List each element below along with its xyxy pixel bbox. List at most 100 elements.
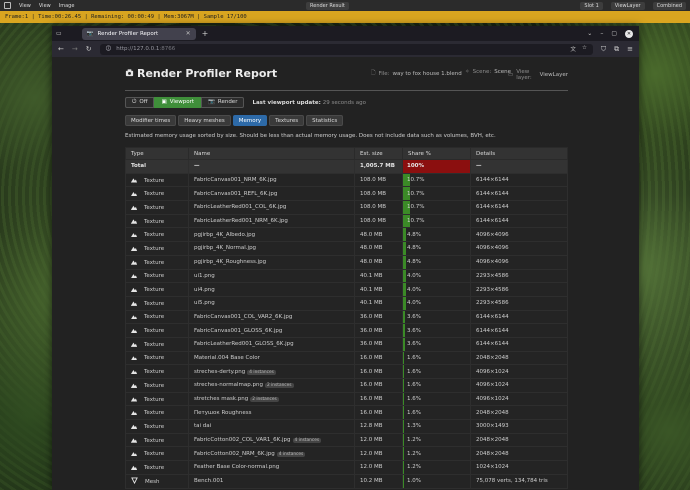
tab-overflow-icon[interactable]: ⌄ [587, 30, 592, 37]
row-details: 6144×6144 [470, 336, 568, 352]
tab-heavy-meshes[interactable]: Heavy meshes [178, 115, 231, 126]
page-info-icon[interactable]: 🛈 [106, 45, 112, 54]
row-share: 3.6% [402, 309, 471, 325]
table-row[interactable]: Texture ui5.png 40.1 MB 4.0% 2293×4586 [125, 295, 568, 311]
file-name: way to fox house 1.blend [392, 70, 462, 77]
table-row[interactable]: Texture stretches mask.png 2 instances 16.0… [125, 391, 568, 407]
url-text: http://127.0.0.1:8766 [116, 46, 176, 52]
texture-icon [131, 178, 137, 183]
browser-tab[interactable]: 📷 Render Profiler Report ✕ [81, 27, 196, 40]
row-details: 2293×4586 [470, 268, 568, 284]
close-window-icon[interactable]: ✕ [625, 29, 633, 38]
tab-memory[interactable]: Memory [232, 115, 268, 126]
table-row[interactable]: Texture FabricLeatherRed001_GLOSS_6K.jpg 3… [125, 336, 568, 352]
translate-icon[interactable]: 文 [570, 45, 576, 53]
table-row[interactable]: Texture FabricCanvas001_COL_VAR2_6K.jpg 36… [125, 309, 568, 325]
col-header-size[interactable]: Est. size [354, 147, 403, 160]
table-row[interactable]: Texture ui4.png 40.1 MB 4.0% 2293×4586 [125, 282, 568, 297]
table-row[interactable]: Texture Material.004 Base Color 16.0 MB 1.6… [125, 350, 568, 366]
scene-icon: ✧ [465, 69, 470, 75]
table-row[interactable]: Texture FabricLeatherRed001_COL_6K.jpg 108… [125, 200, 568, 215]
table-row[interactable]: Mesh Bench.001 10.2 MB 1.0% 75,078 verts, 13… [125, 473, 568, 489]
menu-icon[interactable]: ≡ [627, 45, 633, 54]
col-header-details[interactable]: Details [470, 147, 568, 160]
bookmark-star-icon[interactable]: ☆ [582, 45, 587, 53]
row-details: 2048×2048 [470, 446, 568, 462]
back-icon[interactable]: ← [58, 45, 64, 53]
row-name: ui1.png [188, 268, 355, 284]
table-row[interactable]: Texture Feather Base Color-normal.png 12.0… [125, 460, 568, 475]
table-row[interactable]: Texture streches-normalmap.png 2 instances… [125, 378, 568, 393]
table-row[interactable]: Texture pgjirbp_4K_Normal.jpg 48.0 MB 4.8% 4… [125, 241, 568, 256]
row-type: Texture [125, 419, 189, 434]
report-tabs: Modifier times Heavy meshes Memory Textu… [125, 115, 344, 126]
row-name: pgjirbp_4K_Normal.jpg [188, 241, 355, 256]
render-result-field[interactable]: Render Result [306, 1, 349, 10]
table-row[interactable]: Texture FabricLeatherRed001_NRM_6K.jpg 108… [125, 213, 568, 229]
instances-badge: 4 instances [292, 438, 322, 444]
row-name: FabricCanvas001_COL_VAR2_6K.jpg [188, 309, 355, 325]
table-row[interactable]: Texture FabricCanvas001_REFL_6K.jpg 108.0 … [125, 186, 568, 202]
row-name: FabricCanvas001_NRM_6K.jpg [188, 172, 355, 188]
col-header-type[interactable]: Type [125, 147, 189, 160]
table-row[interactable]: Texture ui1.png 40.1 MB 4.0% 2293×4586 [125, 268, 568, 284]
display-pass-select[interactable]: Combined [652, 1, 686, 10]
row-details: 2048×2048 [470, 350, 568, 366]
row-details: 4096×4096 [470, 241, 568, 256]
menu-view-1[interactable]: View [19, 3, 31, 9]
table-row[interactable]: Texture FabricCotton002_NRM_6K.jpg 4 insta… [125, 446, 568, 462]
slot-select[interactable]: Slot 1 [580, 1, 603, 10]
row-type: Texture [125, 282, 189, 297]
row-details: 6144×6144 [470, 186, 568, 202]
memory-table: Type Name Est. size Share % Details Tota… [125, 147, 568, 489]
browser-window: ▭ 📷 Render Profiler Report ✕ + ⌄ – ▢ ✕ ←… [52, 26, 639, 490]
row-share: 4.0% [402, 295, 471, 311]
reload-icon[interactable]: ↻ [86, 45, 92, 53]
minimize-icon[interactable]: – [600, 30, 603, 37]
table-row[interactable]: Texture FabricCotton002_COL_VAR1_6K.jpg 4 … [125, 432, 568, 448]
col-header-name[interactable]: Name [188, 147, 355, 160]
mode-render-button[interactable]: 📷 Render [201, 97, 245, 108]
tab-textures[interactable]: Textures [269, 115, 305, 126]
table-row[interactable]: Texture pgjirbp_4K_Roughness.jpg 48.0 MB 4.… [125, 254, 568, 270]
texture-icon [131, 219, 137, 224]
texture-icon [131, 383, 137, 388]
forward-icon[interactable]: → [72, 45, 78, 53]
extensions-icon[interactable]: ⧉ [614, 45, 619, 54]
row-size: 12.8 MB [354, 419, 403, 434]
row-type: Texture [125, 432, 189, 448]
table-row[interactable]: Texture streches-derty.png 4 instances 16.0… [125, 364, 568, 379]
row-share: 1.6% [402, 391, 471, 407]
row-type: Texture [125, 378, 189, 393]
table-row[interactable]: Texture Петушок Roughness 16.0 MB 1.6% 2048×… [125, 405, 568, 421]
menu-view-2[interactable]: View [39, 3, 51, 9]
mode-off-button[interactable]: ⏻ Off [125, 97, 155, 108]
tab-statistics[interactable]: Statistics [306, 115, 344, 126]
row-details: 75,078 verts, 134,784 tris [470, 473, 568, 489]
col-header-share[interactable]: Share % [402, 147, 471, 160]
new-tab-icon[interactable]: + [202, 29, 209, 38]
menu-image[interactable]: Image [59, 3, 75, 9]
view-layer-select[interactable]: ViewLayer [610, 1, 645, 10]
table-row[interactable]: Texture pgjirbp_4K_Albedo.jpg 48.0 MB 4.8% 4… [125, 227, 568, 243]
row-name: ui5.png [188, 295, 355, 311]
tab-modifier-times[interactable]: Modifier times [125, 115, 177, 126]
render-status-bar: Frame:1 | Time:00:26.45 | Remaining: 00:… [0, 11, 690, 23]
shield-icon[interactable]: ⛉ [601, 45, 606, 54]
mode-viewport-button[interactable]: ▣ Viewport [154, 97, 202, 108]
url-bar[interactable]: 🛈 http://127.0.0.1:8766 文 ☆ [99, 43, 593, 55]
row-name: Feather Base Color-normal.png [188, 460, 355, 475]
editor-type-icon[interactable] [4, 2, 11, 9]
row-name: ui4.png [188, 282, 355, 297]
row-type: Texture [125, 172, 189, 188]
maximize-icon[interactable]: ▢ [611, 30, 617, 37]
table-row[interactable]: Texture FabricCanvas001_GLOSS_6K.jpg 36.0 … [125, 323, 568, 338]
row-details: 1024×1024 [470, 460, 568, 475]
table-row[interactable]: Texture FabricCanvas001_NRM_6K.jpg 108.0 M… [125, 172, 568, 188]
row-details: 6144×6144 [470, 323, 568, 338]
texture-icon [131, 411, 137, 416]
tab-list-icon[interactable]: ▭ [56, 30, 62, 37]
row-share: 4.8% [402, 227, 471, 243]
table-row[interactable]: Texture tai dai 12.8 MB 1.3% 3000×1493 [125, 419, 568, 434]
close-tab-icon[interactable]: ✕ [186, 30, 191, 37]
